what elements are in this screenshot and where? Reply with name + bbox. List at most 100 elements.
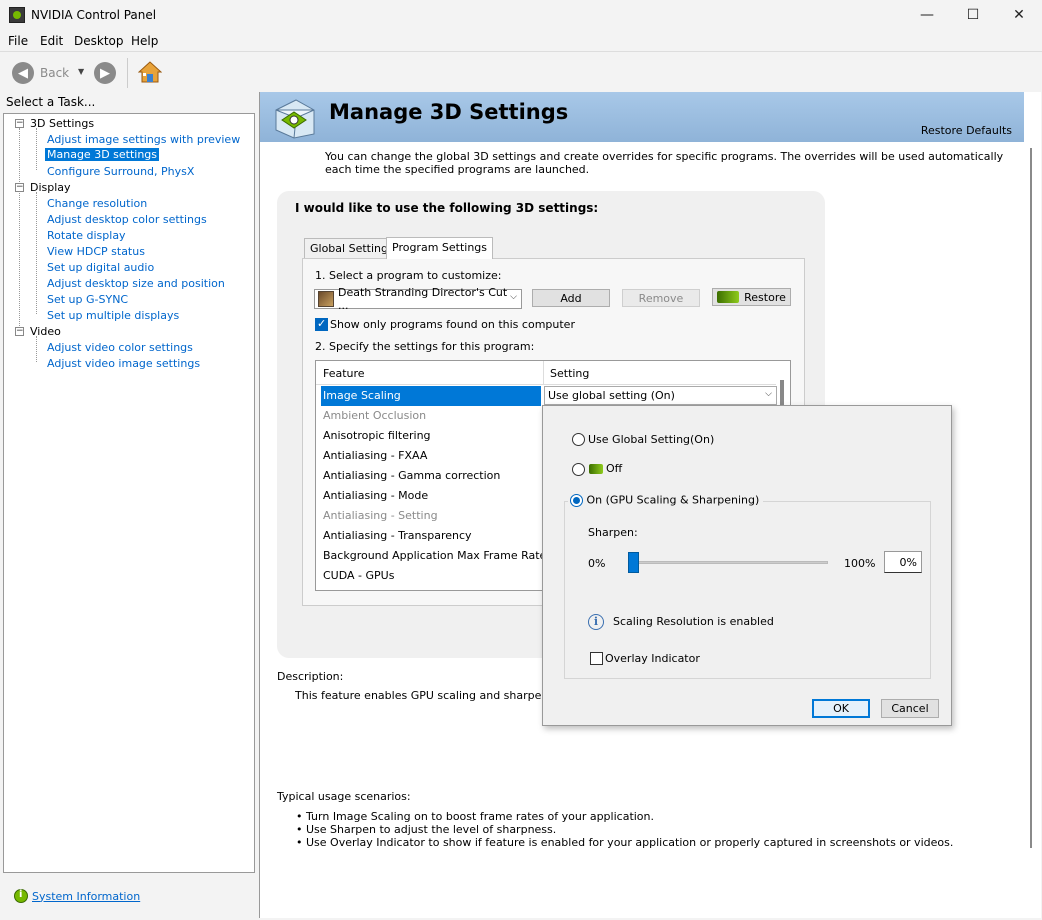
tree-category-display[interactable]: Display <box>30 181 71 194</box>
usage-item: Use Sharpen to adjust the level of sharp… <box>296 823 953 836</box>
usage-item: Turn Image Scaling on to boost frame rat… <box>296 810 953 823</box>
collapse-3d-settings-icon[interactable]: − <box>15 119 24 128</box>
feature-row[interactable]: Antialiasing - Gamma correction <box>321 466 541 486</box>
restore-button[interactable]: Restore <box>712 288 791 306</box>
chevron-down-icon: ⌵ <box>510 292 517 302</box>
use-global-label[interactable]: Use Global Setting(On) <box>588 433 714 446</box>
off-label[interactable]: Off <box>606 462 622 475</box>
restore-defaults-link[interactable]: Restore Defaults <box>921 124 1012 137</box>
tree-item-adjust-image-settings[interactable]: Adjust image settings with preview <box>47 133 240 146</box>
tree-category-3d-settings[interactable]: 3D Settings <box>30 117 94 130</box>
radio-on-gpu-scaling[interactable] <box>570 493 583 507</box>
scaling-info-text: Scaling Resolution is enabled <box>613 615 774 628</box>
program-icon <box>318 291 334 307</box>
show-only-label[interactable]: Show only programs found on this compute… <box>330 318 575 331</box>
feature-row[interactable]: Ambient Occlusion <box>321 406 541 426</box>
radio-off[interactable] <box>572 463 585 476</box>
nvidia-app-icon <box>9 7 25 23</box>
restore-button-label: Restore <box>744 290 786 304</box>
add-button[interactable]: Add <box>532 289 610 307</box>
program-select-value: Death Stranding Director's Cut ... <box>337 286 508 312</box>
tree-item-manage-3d-settings[interactable]: Manage 3D settings <box>45 148 160 161</box>
tree-item-change-resolution[interactable]: Change resolution <box>47 197 147 210</box>
tree-category-video[interactable]: Video <box>30 325 61 338</box>
grid-header: Feature Setting <box>316 361 776 385</box>
program-select[interactable]: Death Stranding Director's Cut ... ⌵ <box>314 286 522 312</box>
forward-arrow-icon[interactable]: ▶ <box>94 62 116 84</box>
title-bar: NVIDIA Control Panel — ☐ ✕ <box>0 0 1042 30</box>
feature-row[interactable]: Anisotropic filtering <box>321 426 541 446</box>
column-divider <box>543 361 544 385</box>
maximize-button[interactable]: ☐ <box>950 0 996 30</box>
tree-item-adjust-video-image[interactable]: Adjust video image settings <box>47 357 200 370</box>
tree-item-set-up-g-sync[interactable]: Set up G-SYNC <box>47 293 128 306</box>
tree-connector <box>36 192 37 314</box>
show-only-checkbox[interactable] <box>315 317 328 331</box>
setting-value-select[interactable]: Use global setting (On) ⌵ <box>544 386 777 405</box>
select-program-label: 1. Select a program to customize: <box>315 269 502 282</box>
tree-item-configure-surround[interactable]: Configure Surround, PhysX <box>47 165 194 178</box>
system-information-icon <box>14 889 28 903</box>
overlay-indicator-checkbox[interactable] <box>590 652 603 665</box>
feature-row[interactable]: Background Application Max Frame Rate <box>321 546 546 566</box>
tree-item-set-up-digital-audio[interactable]: Set up digital audio <box>47 261 154 274</box>
select-task-header: Select a Task... <box>6 95 96 109</box>
back-arrow-icon[interactable]: ◀ <box>12 62 34 84</box>
tree-connector <box>19 128 20 326</box>
toolbar-separator <box>127 58 128 88</box>
usage-label: Typical usage scenarios: <box>277 790 411 803</box>
menu-help[interactable]: Help <box>131 34 158 48</box>
feature-row[interactable]: Image Scaling <box>321 386 541 406</box>
feature-row[interactable]: Antialiasing - Setting <box>321 506 541 526</box>
vertical-scrollbar[interactable] <box>1030 148 1032 848</box>
overlay-indicator-label[interactable]: Overlay Indicator <box>605 652 700 665</box>
sharpen-value-input[interactable]: 0% <box>884 551 922 573</box>
tree-item-adjust-desktop-size[interactable]: Adjust desktop size and position <box>47 277 225 290</box>
history-dropdown-icon[interactable]: ▼ <box>78 67 84 76</box>
feature-row[interactable]: CUDA - GPUs <box>321 566 541 586</box>
info-icon: i <box>588 614 604 630</box>
tree-connector <box>36 336 37 362</box>
minimize-button[interactable]: — <box>904 0 950 30</box>
cancel-button[interactable]: Cancel <box>881 699 939 718</box>
task-pane: Select a Task... − 3D Settings Adjust im… <box>0 92 258 918</box>
page-title: Manage 3D Settings <box>329 100 569 124</box>
manage-3d-settings-icon <box>275 99 315 139</box>
nvidia-logo-icon <box>717 291 740 303</box>
radio-use-global[interactable] <box>572 433 585 446</box>
menu-file[interactable]: File <box>8 34 28 48</box>
toolbar: ◀ Back ▼ ▶ <box>0 51 1042 92</box>
sharpen-max-label: 100% <box>844 557 876 570</box>
tree-item-adjust-desktop-color[interactable]: Adjust desktop color settings <box>47 213 207 226</box>
settings-heading: I would like to use the following 3D set… <box>295 201 599 215</box>
sharpen-min-label: 0% <box>588 557 606 570</box>
collapse-video-icon[interactable]: − <box>15 327 24 336</box>
menu-desktop[interactable]: Desktop <box>74 34 124 48</box>
collapse-display-icon[interactable]: − <box>15 183 24 192</box>
intro-text: You can change the global 3D settings an… <box>325 150 1004 176</box>
system-information-row: System Information <box>14 889 140 903</box>
tree-item-set-up-multiple-displays[interactable]: Set up multiple displays <box>47 309 179 322</box>
tab-program-settings[interactable]: Program Settings <box>386 237 494 259</box>
feature-row[interactable]: Antialiasing - FXAA <box>321 446 541 466</box>
tree-item-view-hdcp-status[interactable]: View HDCP status <box>47 245 145 258</box>
setting-column-header[interactable]: Setting <box>550 367 589 380</box>
system-information-link[interactable]: System Information <box>32 890 140 903</box>
feature-column-header[interactable]: Feature <box>323 367 365 380</box>
grid-scrollbar[interactable] <box>780 380 784 408</box>
tree-item-rotate-display[interactable]: Rotate display <box>47 229 126 242</box>
close-button[interactable]: ✕ <box>996 0 1042 30</box>
feature-row[interactable]: Antialiasing - Transparency <box>321 526 541 546</box>
sharpen-slider-thumb[interactable] <box>628 552 639 573</box>
remove-button[interactable]: Remove <box>622 289 700 307</box>
feature-row[interactable]: Antialiasing - Mode <box>321 486 541 506</box>
home-icon[interactable] <box>138 60 162 84</box>
menu-edit[interactable]: Edit <box>40 34 63 48</box>
back-label[interactable]: Back <box>40 66 69 80</box>
on-gpu-scaling-label[interactable]: On (GPU Scaling & Sharpening) <box>587 494 760 507</box>
tree-item-adjust-video-color[interactable]: Adjust video color settings <box>47 341 193 354</box>
sharpen-label: Sharpen: <box>588 526 638 539</box>
window-title: NVIDIA Control Panel <box>31 8 157 22</box>
sharpen-slider-track[interactable] <box>628 561 828 564</box>
ok-button[interactable]: OK <box>812 699 870 718</box>
